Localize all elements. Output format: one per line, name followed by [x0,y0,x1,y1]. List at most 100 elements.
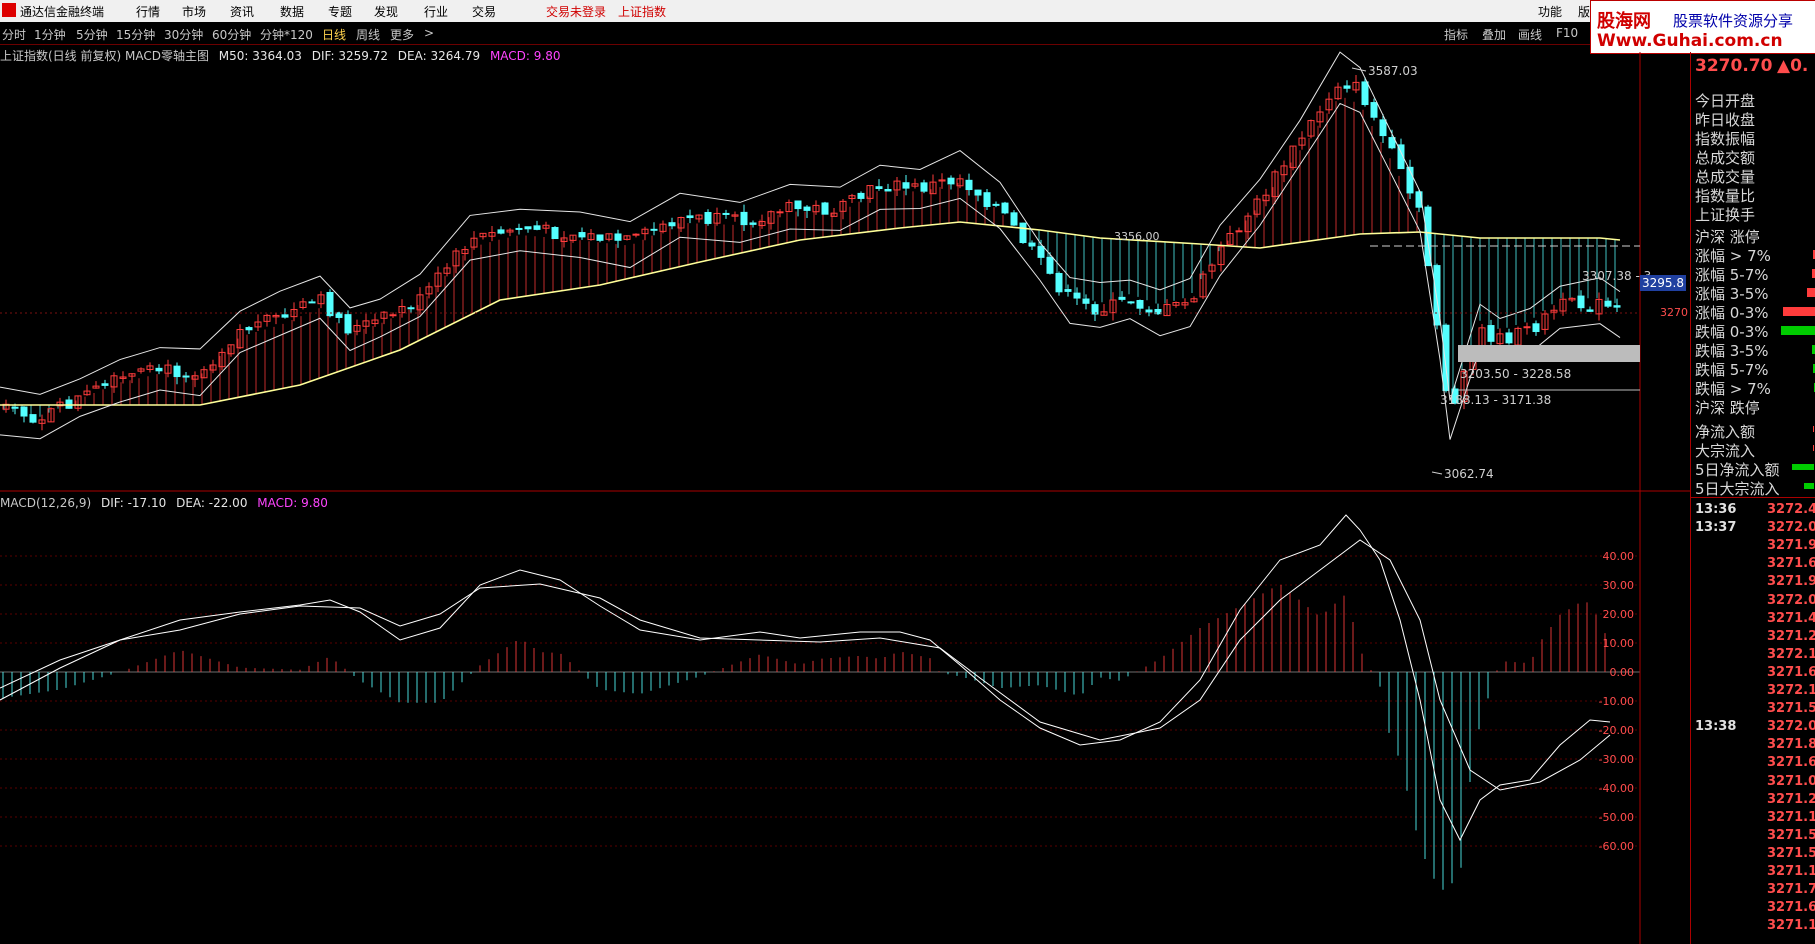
candle-body [749,222,757,225]
candle-body [1523,326,1531,329]
candle-body [1082,298,1090,304]
flow-label: 净流入额 [1695,423,1756,441]
candle-body [1343,85,1351,89]
candle-body [344,314,352,334]
candle-body [1136,300,1144,309]
candle-body [1001,202,1009,214]
tick-value: 3271.50 [1767,827,1815,843]
breadth-label: 跌幅 5-7% [1695,361,1769,379]
tick-value: 3272.06 [1767,592,1815,608]
tick-value: 3271.89 [1767,737,1815,753]
candle-body [902,182,910,189]
axis-3270-label: 3270 [1660,306,1688,319]
candlesticks [2,74,1621,431]
tick-value: 3271.67 [1767,556,1815,572]
breadth-label: 涨幅 > 7% [1695,247,1771,265]
candle-body [1235,230,1243,233]
candle-body [1118,296,1126,300]
candle-body [803,206,811,211]
right-info-panel: 3270.70 ▲0. 今日开盘 昨日收盘 指数振幅 总成交额 总成交量 指数量比 上证换手… [1690,52,1815,944]
breadth-label: 涨幅 0-3% [1695,304,1769,322]
candle-body [1487,325,1495,342]
price-change: ▲0. [1777,56,1809,76]
tick-value: 3271.18 [1767,809,1815,825]
candle-body [686,215,694,219]
tick-value: 3271.64 [1767,755,1815,771]
tick-value: 3271.73 [1767,882,1815,898]
breadth-bar [1807,288,1815,297]
breadth-label: 沪深 涨停 [1695,228,1760,246]
candle-body [1064,289,1072,292]
candle-body [326,291,334,317]
candle-body [794,200,802,210]
breadth-label: 涨幅 3-5% [1695,285,1769,303]
stat-label: 昨日收盘 [1695,111,1756,129]
candle-body [1019,222,1027,244]
dif-line [0,514,1611,842]
tick-value: 3271.96 [1767,574,1815,590]
candle-body [308,301,316,304]
tick-value: 3271.18 [1767,864,1815,879]
tick-value: 3271.19 [1767,918,1815,934]
candle-body [1577,295,1585,309]
flow-label: 5日净流入额 [1695,461,1780,479]
macd-axis-label: -30.00 [1599,753,1634,766]
tick-time: 13:37 [1695,520,1737,536]
candle-body [578,232,586,238]
candle-body [875,186,883,190]
candle-body [983,192,991,207]
tick-value: 3271.99 [1767,538,1815,554]
candle-body [1145,309,1153,313]
tick-value: 3271.67 [1767,664,1815,680]
candle-body [821,202,829,215]
breadth-label: 沪深 跌停 [1695,399,1760,417]
dea-line [0,539,1611,791]
tick-value: 3271.29 [1767,791,1815,807]
tick-value: 3272.12 [1767,646,1815,662]
candle-body [650,228,658,231]
candle-body [1073,292,1081,299]
tick-time: 13:38 [1695,719,1737,735]
candle-body [20,406,28,417]
current-price: 3270.70 [1695,56,1773,76]
tick-value: 3271.56 [1767,845,1815,861]
flow-label: 大宗流入 [1695,442,1756,460]
kline-chart[interactable]: 3587.03 3062.74 3356.00 3203.50 - 3228.5… [0,0,1690,944]
candle-body [1442,324,1450,391]
candle-body [1055,273,1063,293]
candle-body [920,182,928,192]
candle-body [11,406,19,409]
candle-body [596,234,604,241]
tick-value: 3271.69 [1767,900,1815,916]
candle-body [1505,332,1513,344]
candle-body [65,399,73,409]
flow-label: 5日大宗流入 [1695,480,1780,498]
breadth-label: 跌幅 > 7% [1695,380,1771,398]
candle-body [722,212,730,215]
macd-axis-label: 40.00 [1603,550,1635,563]
candle-body [965,179,973,191]
candle-body [1037,246,1045,258]
candle-body [857,192,865,199]
candle-body [1604,300,1612,307]
candle-body [533,225,541,230]
stat-label: 总成交额 [1695,149,1756,167]
candle-body [29,414,37,423]
candle-body [1532,323,1540,333]
candle-body [515,227,523,230]
chart-grid [0,555,1640,847]
stat-label: 指数量比 [1695,187,1756,205]
stat-label: 总成交量 [1695,168,1756,186]
price-tag: 3295.8 [1642,276,1684,290]
level-3356-annotation: 3356.00 [1114,230,1160,243]
candle-body [632,233,640,236]
range-3188-annotation: 3188.13 - 3171.38 [1440,393,1551,407]
candle-body [1127,301,1135,304]
breadth-label: 涨幅 5-7% [1695,266,1769,284]
range-3203-annotation: 3203.50 - 3228.58 [1460,367,1571,381]
stat-label: 指数振幅 [1695,130,1756,148]
flow-bar [1804,483,1814,489]
breadth-bar [1781,326,1815,335]
watermark-slogan: 股票软件资源分享 [1673,12,1794,30]
macd-axis-label: -20.00 [1599,724,1634,737]
